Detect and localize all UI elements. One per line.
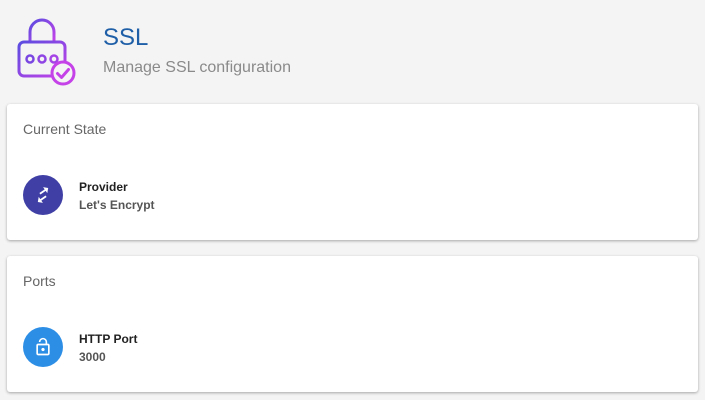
card-title: Current State	[23, 121, 107, 137]
ssl-lock-check-icon	[16, 16, 76, 86]
page-title: SSL	[103, 24, 149, 51]
provider-value: Let's Encrypt	[79, 198, 155, 212]
current-state-card: Current State Provider Let's Encrypt	[7, 104, 698, 240]
unlocked-padlock-icon	[23, 327, 63, 367]
http-port-label: HTTP Port	[79, 332, 138, 346]
http-port-value: 3000	[79, 350, 106, 364]
ports-card: Ports HTTP Port 3000	[7, 256, 698, 392]
card-title: Ports	[23, 273, 56, 289]
swap-arrows-icon	[23, 175, 63, 215]
provider-label: Provider	[79, 180, 128, 194]
page-header: SSL Manage SSL configuration	[0, 0, 705, 100]
page-subtitle: Manage SSL configuration	[103, 59, 291, 76]
